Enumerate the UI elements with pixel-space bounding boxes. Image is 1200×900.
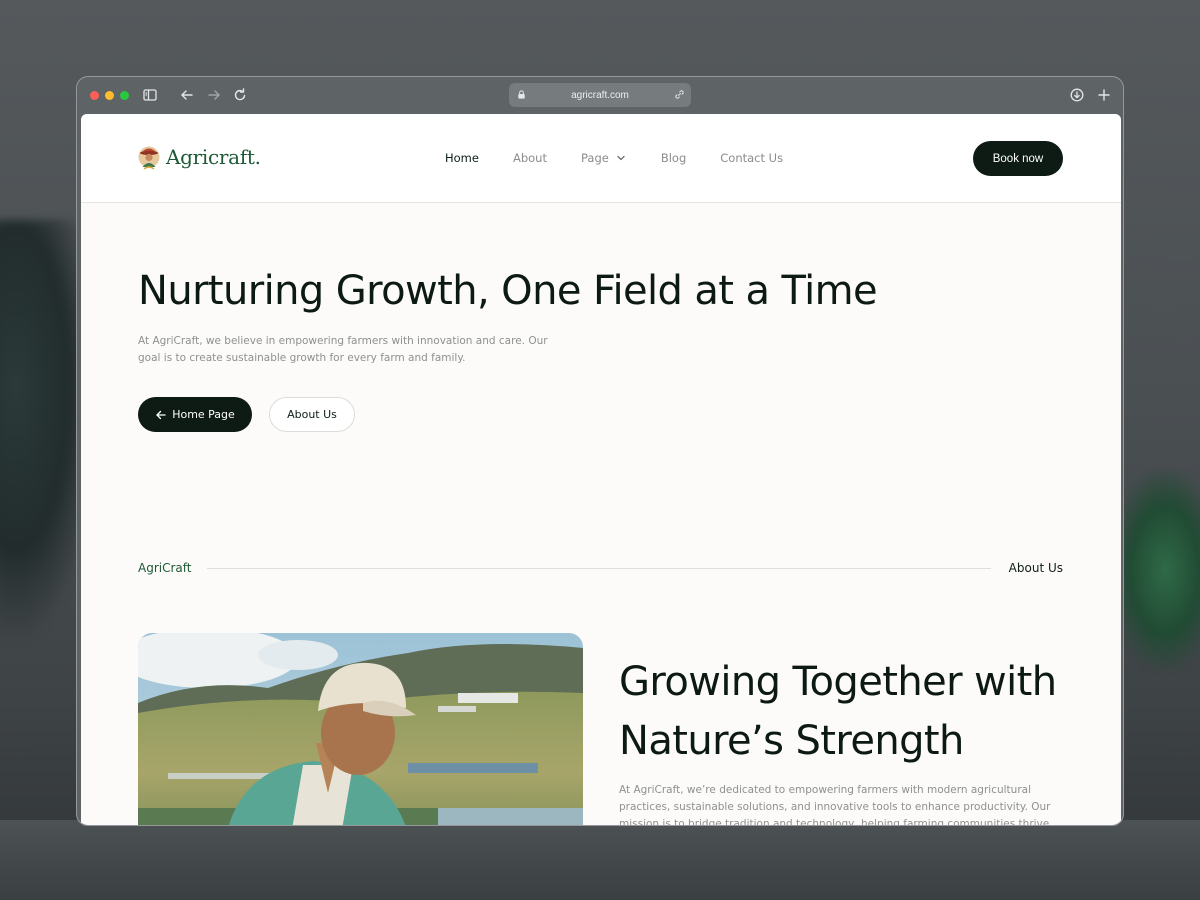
url-text: agricraft.com [571,89,629,101]
nav-item-blog[interactable]: Blog [661,151,686,165]
about-title: Growing Together with Nature’s Strength [619,659,1057,764]
section-about-link[interactable]: About Us [1009,561,1063,575]
farmer-photo [138,633,583,825]
chevron-down-icon [615,152,627,164]
hero-description: At AgriCraft, we believe in empowering f… [138,335,548,364]
arrow-left-icon [155,409,167,421]
hero-title: Nurturing Growth, One Field at a Time [138,268,878,314]
nav-item-about[interactable]: About [513,151,547,165]
back-arrow-icon[interactable] [179,87,195,103]
book-now-button[interactable]: Book now [973,141,1063,176]
nav-item-page-label: Page [580,151,609,165]
new-tab-icon[interactable] [1096,87,1112,103]
address-bar[interactable]: agricraft.com [509,83,691,107]
nav-item-contact[interactable]: Contact Us [720,151,783,165]
section-label: AgriCraft [138,561,192,575]
lock-icon [516,89,527,100]
forward-arrow-icon[interactable] [206,87,222,103]
maximize-window-button[interactable] [120,91,129,100]
site-logo[interactable]: Agricraft. [138,142,261,172]
close-window-button[interactable] [90,91,99,100]
section-divider [207,568,991,569]
nav-item-page[interactable]: Page [581,151,627,165]
link-icon[interactable] [674,89,685,100]
home-page-button-label: Home Page [172,408,235,421]
browser-toolbar: agricraft.com [77,77,1123,113]
home-page-button[interactable]: Home Page [138,397,252,432]
about-description: At AgriCraft, we’re dedicated to empower… [619,784,1051,826]
main-navigation: Home About Page Blog Contact Us [445,151,817,165]
download-icon[interactable] [1069,87,1085,103]
farmer-logo-icon [138,146,160,170]
web-page: Agricraft. Home About Page Blog Contact … [81,114,1121,826]
site-header: Agricraft. Home About Page Blog Contact … [81,114,1121,203]
background-table [0,820,1200,900]
minimize-window-button[interactable] [105,91,114,100]
about-us-button[interactable]: About Us [269,397,355,432]
sidebar-icon[interactable] [142,87,158,103]
nav-item-home[interactable]: Home [445,151,479,165]
logo-text: Agricraft. [166,145,261,169]
browser-window: agricraft.com Agricraft. Home About Page… [76,76,1124,826]
reload-icon[interactable] [232,87,248,103]
